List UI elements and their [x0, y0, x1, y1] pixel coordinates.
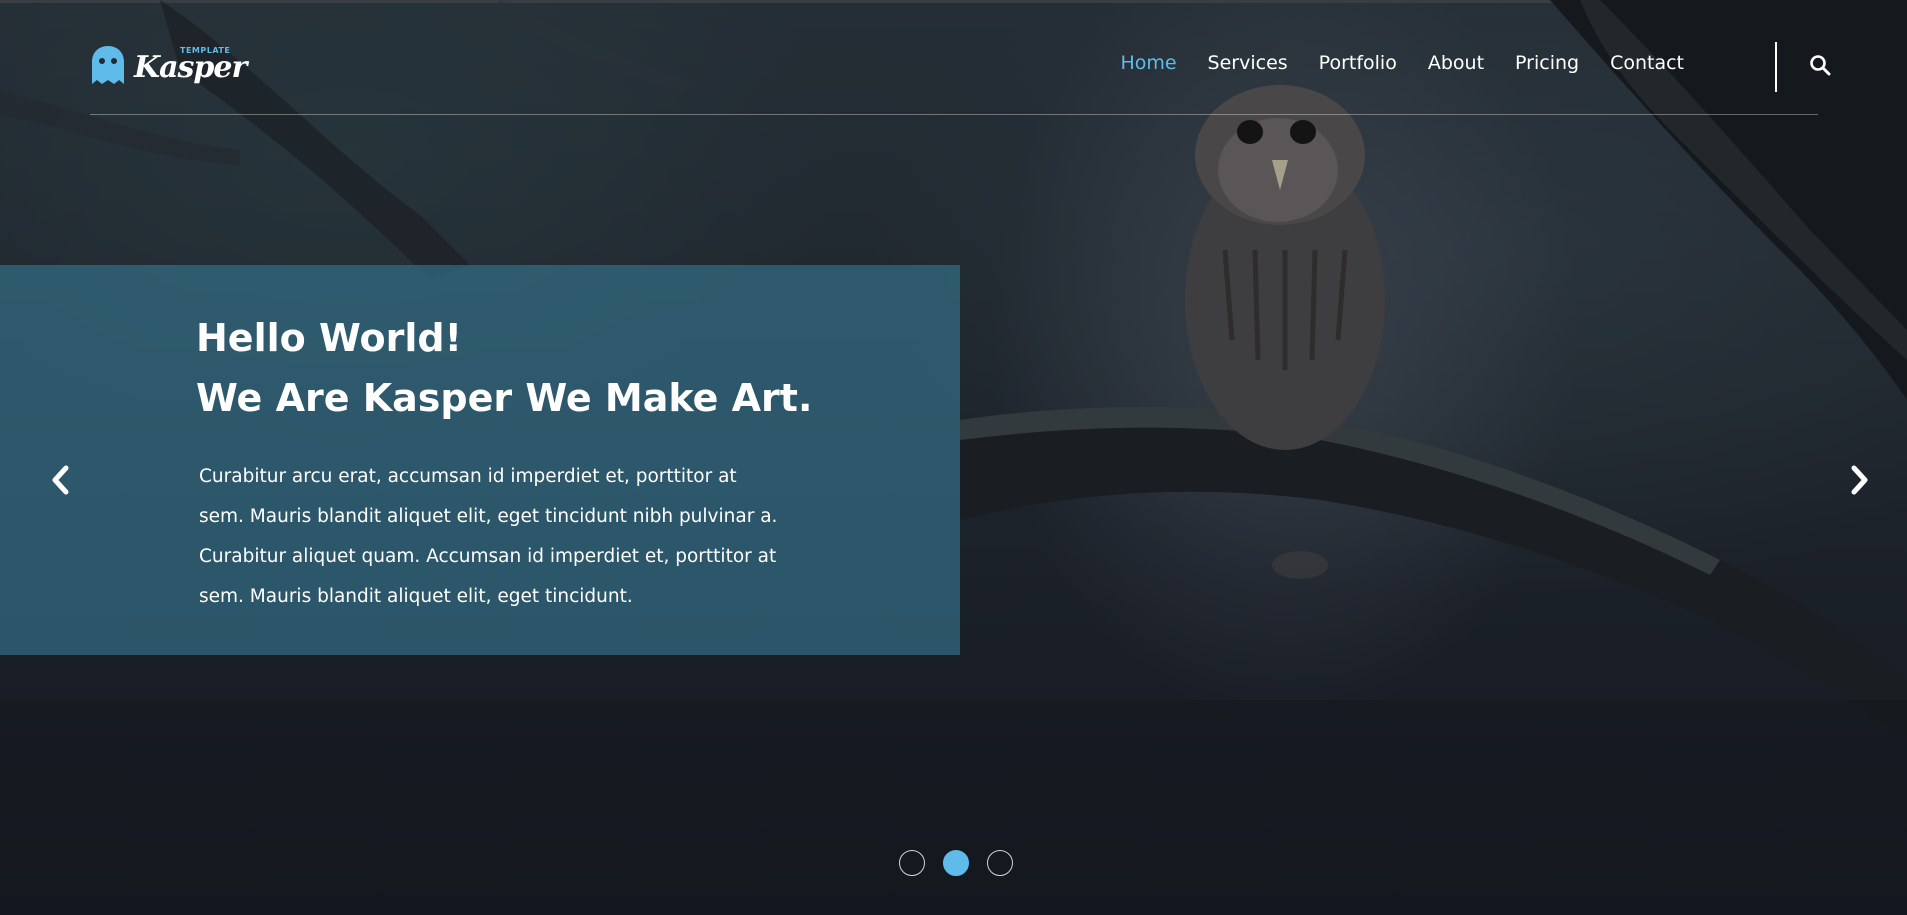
- nav-item-services[interactable]: Services: [1208, 52, 1288, 74]
- nav-item-contact[interactable]: Contact: [1610, 52, 1684, 74]
- slider-bullet-3[interactable]: [987, 850, 1013, 876]
- nav-item-home[interactable]: Home: [1120, 52, 1176, 74]
- search-icon[interactable]: [1809, 54, 1831, 76]
- slide-panel: Hello World! We Are Kasper We Make Art. …: [0, 265, 960, 655]
- slide-heading-line2: We Are Kasper We Make Art.: [196, 376, 813, 420]
- slider-bullet-1[interactable]: [899, 850, 925, 876]
- ghost-icon: [92, 46, 124, 84]
- main-nav: Home Services Portfolio About Pricing Co…: [1120, 52, 1684, 74]
- slide-heading: Hello World! We Are Kasper We Make Art.: [196, 308, 812, 428]
- slider-bullet-2[interactable]: [943, 850, 969, 876]
- slider-pagination: [899, 850, 1013, 876]
- logo-wordmark: Kasper: [134, 50, 247, 85]
- chevron-left-icon[interactable]: [46, 460, 76, 500]
- nav-item-pricing[interactable]: Pricing: [1515, 52, 1579, 74]
- site-header: TEMPLATE Kasper Home Services Portfolio …: [90, 40, 1831, 115]
- slide-heading-line1: Hello World!: [196, 316, 462, 360]
- nav-item-about[interactable]: About: [1428, 52, 1484, 74]
- nav-divider: [1775, 42, 1777, 92]
- chevron-right-icon[interactable]: [1844, 460, 1874, 500]
- hero-section: TEMPLATE Kasper Home Services Portfolio …: [0, 0, 1907, 915]
- brand-logo[interactable]: TEMPLATE Kasper: [90, 42, 247, 92]
- nav-item-portfolio[interactable]: Portfolio: [1319, 52, 1397, 74]
- slide-body-text: Curabitur arcu erat, accumsan id imperdi…: [199, 466, 778, 607]
